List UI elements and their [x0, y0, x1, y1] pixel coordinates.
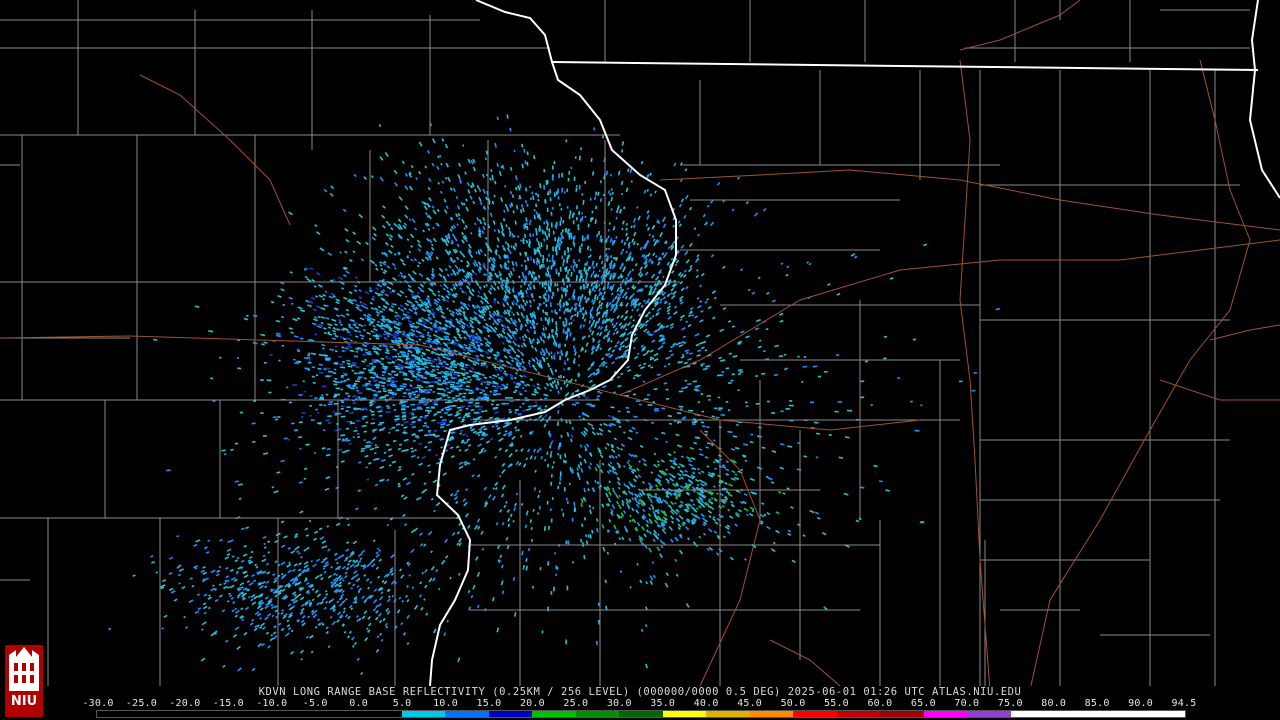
color-bar-segment [97, 711, 141, 717]
scale-tick-label: -25.0 [125, 698, 157, 709]
color-bar-segment [140, 711, 185, 717]
niu-logo-text: NIU [10, 694, 38, 709]
color-bar-segment [967, 711, 1011, 717]
color-bar-segment [271, 711, 315, 717]
scale-tick-label: 75.0 [997, 698, 1023, 709]
scale-tick-label: 55.0 [824, 698, 849, 709]
scale-tick-label: 30.0 [606, 698, 632, 709]
iowa-minnesota-boundary [551, 61, 1259, 71]
color-bar-segment [880, 711, 924, 717]
scale-tick-label: 25.0 [563, 698, 589, 709]
color-bar-segment [619, 711, 663, 717]
scale-tick-label: 80.0 [1041, 698, 1067, 709]
color-bar-segment [488, 711, 533, 717]
scale-tick-label: 70.0 [954, 698, 980, 709]
scale-tick-label: -15.0 [212, 698, 244, 709]
color-bar-segment [184, 711, 228, 717]
scale-tick-label: 5.0 [392, 698, 412, 709]
scale-tick-label: 50.0 [780, 698, 806, 709]
color-bar-segment [401, 711, 446, 717]
scale-tick-label: 20.0 [519, 698, 545, 709]
color-bar-segment [662, 711, 707, 717]
reflectivity-scale-ticks: -30.0 -25.0 -20.0 -15.0 -10.0 -5.0 0.0 5.0 10.0 1… [82, 698, 1196, 709]
color-bar-segment [1010, 711, 1055, 717]
color-bar-segment [445, 711, 489, 717]
scale-tick-label: 65.0 [910, 698, 936, 709]
color-bar-segment [1097, 711, 1142, 717]
scale-tick-label: 35.0 [650, 698, 676, 709]
highway-network [0, 0, 1280, 686]
color-bar-segment [358, 711, 402, 717]
color-bar-segment [836, 711, 881, 717]
color-bar-segment [749, 711, 794, 717]
radar-map [0, 0, 1280, 686]
reflectivity-color-bar [96, 710, 1186, 718]
scale-tick-label: -5.0 [302, 698, 328, 709]
scale-tick-label: 15.0 [476, 698, 502, 709]
county-boundaries [0, 0, 1250, 686]
color-bar-segment [314, 711, 359, 717]
scale-tick-label: -10.0 [256, 698, 288, 709]
scale-tick-label: 45.0 [737, 698, 763, 709]
radar-viewer: KDVN LONG RANGE BASE REFLECTIVITY (0.25K… [0, 0, 1280, 720]
scale-tick-label: 0.0 [349, 698, 368, 709]
radar-product-caption: KDVN LONG RANGE BASE REFLECTIVITY (0.25K… [258, 686, 1022, 698]
scale-tick-label: 40.0 [693, 698, 719, 709]
scale-tick-label: 90.0 [1128, 698, 1153, 709]
reflectivity-echoes [107, 114, 1001, 676]
scale-tick-label: 60.0 [867, 698, 893, 709]
scale-tick-label: -20.0 [169, 698, 201, 709]
scale-tick-label: 94.5 [1171, 698, 1197, 709]
state-boundaries [429, 0, 1280, 686]
color-bar-segment [575, 711, 620, 717]
scale-tick-label: -30.0 [82, 698, 114, 709]
scale-tick-label: 10.0 [433, 698, 458, 709]
color-bar-segment [532, 711, 576, 717]
lake-michigan-shoreline [1248, 0, 1280, 199]
color-bar-segment [1141, 711, 1185, 717]
color-bar-segment [793, 711, 837, 717]
color-bar-segment [1054, 711, 1098, 717]
scale-tick-label: 85.0 [1084, 698, 1110, 709]
color-bar-segment [923, 711, 968, 717]
color-bar-segment [227, 711, 272, 717]
color-bar-segment [706, 711, 750, 717]
